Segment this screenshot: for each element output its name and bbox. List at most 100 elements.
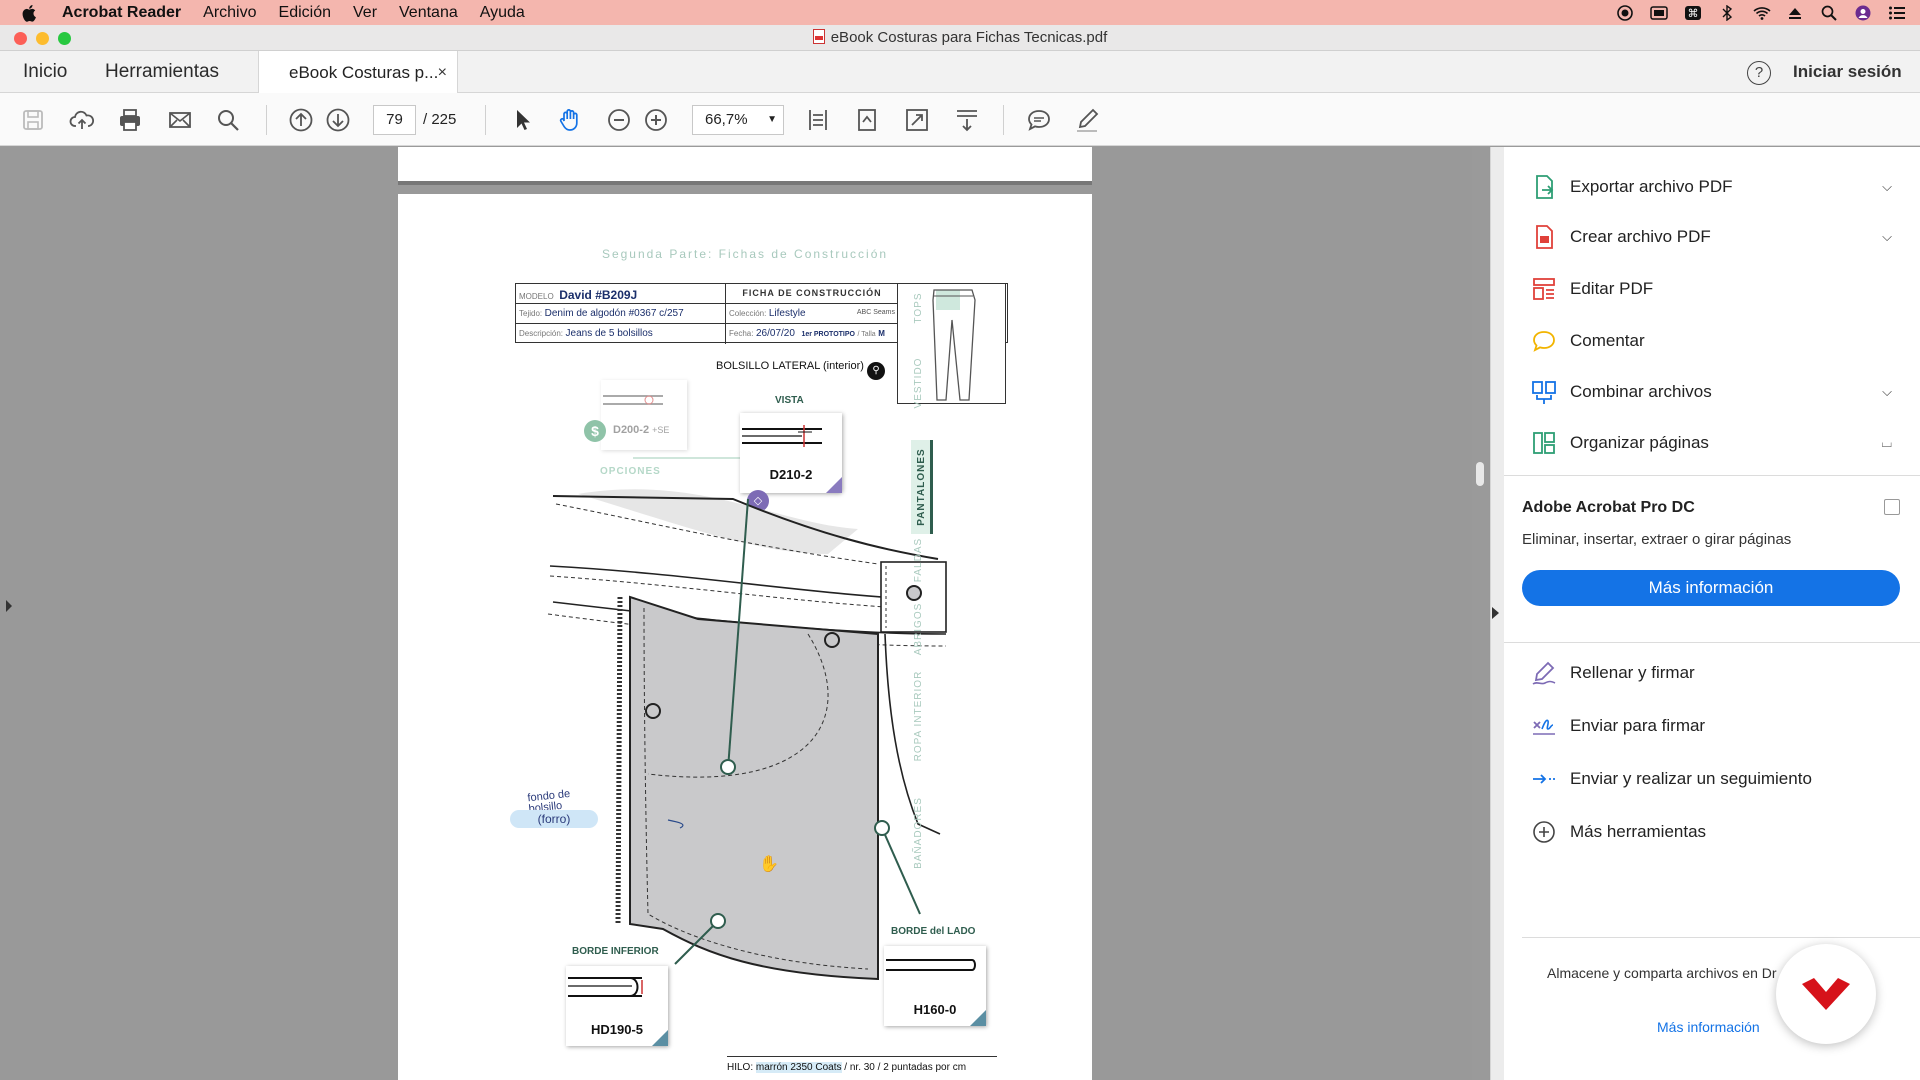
full-screen-icon[interactable] <box>902 105 932 135</box>
record-icon[interactable] <box>1616 4 1634 21</box>
side-tab-abrigos[interactable]: ABRIGOS <box>913 594 924 664</box>
save-icon[interactable] <box>18 105 48 135</box>
left-pane-toggle-icon[interactable] <box>6 600 12 612</box>
menu-ventana[interactable]: Ventana <box>399 4 458 22</box>
zoom-value: 66,7% <box>705 111 748 128</box>
chevron-down-icon: ⌵ <box>1882 179 1892 194</box>
side-tab-faldas[interactable]: FALDAS <box>913 530 924 590</box>
upload-cloud-icon[interactable] <box>67 105 97 135</box>
modelo-value: David #B209J <box>559 288 638 302</box>
vertical-scrollbar[interactable] <box>1472 147 1489 1080</box>
option-code-text: D200-2 <box>613 424 650 436</box>
wifi-icon[interactable] <box>1752 5 1771 21</box>
zoom-in-icon[interactable] <box>641 105 671 135</box>
storage-text: Almacene y comparta archivos en Dr <box>1547 965 1777 981</box>
tool-rellenar-firmar[interactable]: Rellenar y firmar <box>1530 657 1695 689</box>
chevron-down-icon: ⌵ <box>1882 384 1892 399</box>
tool-label: Crear archivo PDF <box>1570 227 1711 246</box>
tool-enviar-firmar[interactable]: Enviar para firmar <box>1530 710 1705 742</box>
right-pane-toggle-icon[interactable] <box>1492 607 1499 619</box>
spotlight-search-icon[interactable] <box>1820 5 1838 21</box>
bluetooth-icon[interactable] <box>1718 4 1736 21</box>
menu-archivo[interactable]: Archivo <box>203 4 256 22</box>
minimize-window-button[interactable] <box>36 32 49 45</box>
side-tab-banadores[interactable]: BAÑADORES <box>913 788 924 878</box>
tab-herramientas[interactable]: Herramientas <box>105 51 219 93</box>
divider <box>1522 937 1920 938</box>
side-tab-ropa-interior[interactable]: ROPA INTERIOR <box>913 666 924 766</box>
create-pdf-icon <box>1530 223 1558 251</box>
send-sign-icon <box>1530 712 1558 740</box>
close-window-button[interactable] <box>14 32 27 45</box>
section-title: BOLSILLO LATERAL (interior) ⚲ <box>716 360 886 380</box>
tool-organizar-paginas[interactable]: Organizar páginas ⌴ <box>1530 427 1920 459</box>
tejido-label: Tejido: <box>519 309 543 318</box>
side-tab-tops[interactable]: TOPS <box>913 278 924 338</box>
scrollbar-thumb[interactable] <box>1476 462 1484 486</box>
tool-crear-pdf[interactable]: Crear archivo PDF ⌵ <box>1530 221 1920 253</box>
divider <box>1504 642 1920 643</box>
zoom-level-select[interactable]: 66,7% ▼ <box>692 105 784 135</box>
tool-exportar-pdf[interactable]: Exportar archivo PDF ⌵ <box>1530 171 1920 203</box>
scroll-mode-icon[interactable] <box>952 105 982 135</box>
user-avatar-icon[interactable] <box>1854 5 1872 21</box>
menu-ayuda[interactable]: Ayuda <box>480 4 525 22</box>
mas-informacion-button[interactable]: Más información <box>1522 570 1900 606</box>
floating-assistant-button[interactable] <box>1776 944 1876 1044</box>
menu-edicion[interactable]: Edición <box>279 4 331 22</box>
card-corner <box>970 1010 986 1026</box>
hand-tool-icon[interactable] <box>555 105 585 135</box>
hand-cursor-icon: ✋ <box>759 856 779 873</box>
fit-width-icon[interactable] <box>803 105 833 135</box>
option-card: D200-2 +SE <box>601 380 687 450</box>
tool-enviar-seguimiento[interactable]: Enviar y realizar un seguimiento <box>1530 763 1812 795</box>
comment-tool-icon[interactable] <box>1024 105 1054 135</box>
highlight-pen-icon[interactable] <box>1072 105 1102 135</box>
signin-button[interactable]: Iniciar sesión <box>1793 51 1902 93</box>
side-category-tabs: TOPS VESTIDO PANTALONES FALDAS ABRIGOS R… <box>911 292 943 1074</box>
tool-comentar[interactable]: Comentar <box>1530 325 1645 357</box>
rotate-page-icon[interactable] <box>852 105 882 135</box>
main-toolbar: 79 / 225 66,7% ▼ <box>0 93 1920 146</box>
send-track-icon <box>1530 765 1558 793</box>
close-tab-icon[interactable]: × <box>438 51 447 95</box>
previous-page-icon[interactable] <box>286 105 316 135</box>
side-tab-vestido[interactable]: VESTIDO <box>913 348 924 418</box>
copy-icon[interactable] <box>1884 499 1900 515</box>
tool-editar-pdf[interactable]: Editar PDF <box>1530 273 1653 305</box>
command-icon[interactable]: ⌘ <box>1684 5 1702 21</box>
pro-title: Adobe Acrobat Pro DC <box>1522 499 1695 516</box>
tab-document-label: eBook Costuras p... <box>289 63 439 82</box>
prototipo-label: 1er PROTOTIPO <box>801 331 855 338</box>
eject-icon[interactable] <box>1786 5 1804 21</box>
select-cursor-icon[interactable] <box>507 105 537 135</box>
tool-mas-herramientas[interactable]: Más herramientas <box>1530 816 1706 848</box>
assistant-logo-icon <box>1802 978 1850 1010</box>
apple-icon[interactable] <box>22 4 38 22</box>
menu-ver[interactable]: Ver <box>353 4 377 22</box>
tool-label: Organizar páginas <box>1570 433 1709 452</box>
next-page-icon[interactable] <box>323 105 353 135</box>
section-title-text: BOLSILLO LATERAL (interior) <box>716 360 864 372</box>
magnifier-icon: ⚲ <box>867 362 886 380</box>
tab-document[interactable]: eBook Costuras p... × <box>258 51 458 94</box>
app-menu[interactable]: Acrobat Reader <box>62 4 181 22</box>
comment-icon <box>1530 327 1558 355</box>
storage-link[interactable]: Más información <box>1657 1019 1760 1035</box>
organize-pages-icon <box>1530 429 1558 457</box>
screen-icon[interactable] <box>1650 5 1668 21</box>
tool-combinar-archivos[interactable]: Combinar archivos ⌵ <box>1530 376 1920 408</box>
option-code: D200-2 +SE <box>613 424 669 436</box>
tab-inicio[interactable]: Inicio <box>23 51 67 93</box>
search-icon[interactable] <box>213 105 243 135</box>
card-corner <box>652 1030 668 1046</box>
page-number-input[interactable]: 79 <box>373 105 416 135</box>
print-icon[interactable] <box>115 105 145 135</box>
main-stitch-card: D210-2 <box>740 413 842 493</box>
hilo-label: HILO: <box>727 1062 754 1073</box>
help-icon[interactable]: ? <box>1747 61 1771 85</box>
control-center-icon[interactable] <box>1888 5 1906 21</box>
zoom-window-button[interactable] <box>58 32 71 45</box>
zoom-out-icon[interactable] <box>604 105 634 135</box>
email-icon[interactable] <box>165 105 195 135</box>
